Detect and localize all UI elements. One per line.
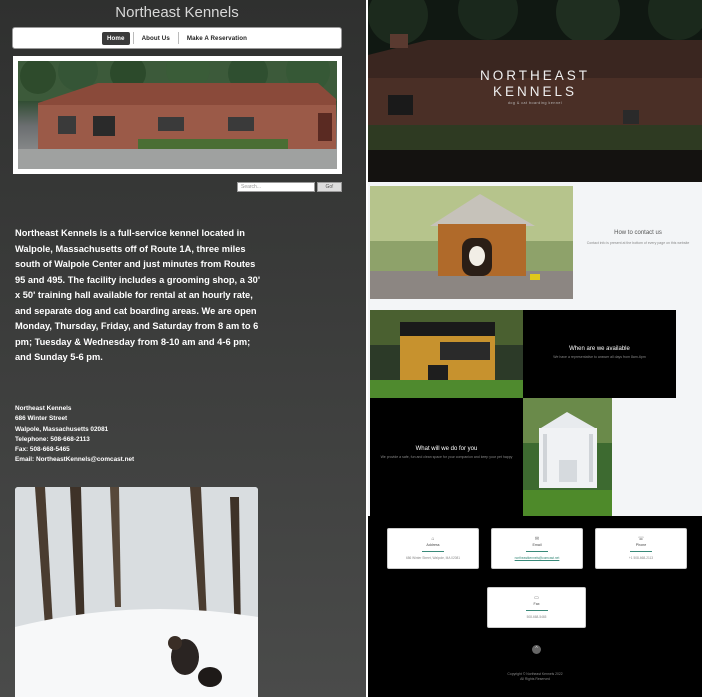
white-doghouse-illustration: [523, 398, 612, 516]
search-go-button[interactable]: Go!: [317, 182, 342, 192]
old-site-panel: Northeast Kennels Home About Us Make A R…: [0, 0, 366, 697]
contact-city: Walpole, Massachusetts 02081: [15, 425, 109, 433]
contact-tile: How to contact us Contact info is presen…: [582, 230, 694, 246]
email-card-label: Email: [532, 543, 542, 547]
copyright: Copyright © Northeast Kennels 2022 All R…: [368, 672, 702, 682]
email-card: ✉ Email northeastkennels@comcast.net: [491, 528, 583, 569]
card-divider: [526, 551, 548, 552]
services-tile: What will we do for you We provide a saf…: [370, 398, 523, 516]
contact-tile-title: How to contact us: [614, 230, 662, 236]
phone-card: ☏ Phone +1 508-668-2113: [595, 528, 687, 569]
card-divider: [422, 551, 444, 552]
hero-banner: NORTHEAST KENNELS dog & cat boarding ken…: [368, 0, 702, 182]
contact-email[interactable]: Email: NortheastKennels@comcast.net: [15, 455, 265, 465]
email-icon: ✉: [534, 536, 540, 542]
doghouse-illustration: [370, 186, 573, 299]
fax-icon: ▭: [534, 595, 539, 601]
nav-make-reservation[interactable]: Make A Reservation: [182, 32, 252, 45]
contact-name: Northeast Kennels: [15, 405, 72, 412]
modern-doghouse-illustration: [370, 310, 523, 398]
nav-divider: [177, 32, 179, 44]
phone-icon: ☏: [637, 536, 645, 542]
kennel-building-photo: [18, 61, 337, 169]
fax-card: ▭ Fax 508-668-5465: [487, 587, 586, 628]
contact-tile-desc: Contact info is present at the bottom of…: [586, 241, 690, 245]
hero-title-line1: NORTHEAST: [479, 68, 590, 83]
phone-card-label: Phone: [635, 543, 647, 547]
contact-block: Northeast Kennels 686 Winter Street Walp…: [15, 404, 265, 466]
location-icon: ⌂: [431, 536, 435, 542]
phone-card-value: +1 508-668-2113: [628, 556, 654, 560]
search-input[interactable]: Search...: [237, 182, 315, 192]
address-card-value: 686 Winter Street, Walpole, MA 02081: [405, 556, 461, 560]
availability-tile: When are we available We have a represen…: [523, 310, 676, 398]
hero-title: NORTHEAST KENNELS: [368, 68, 702, 100]
address-card-label: Address: [426, 543, 440, 547]
nav-divider: [132, 32, 134, 44]
white-doghouse-photo: [523, 398, 612, 516]
nav-home[interactable]: Home: [101, 31, 130, 45]
services-tile-desc: We provide a safe, fun and clean space f…: [380, 455, 513, 459]
copyright-line2: All Rights Reserved: [520, 677, 550, 681]
availability-tile-title: When are we available: [569, 346, 630, 352]
kennel-photo-frame: [13, 56, 342, 174]
new-site-panel: NORTHEAST KENNELS dog & cat boarding ken…: [368, 0, 702, 697]
modern-doghouse-photo: [370, 310, 523, 398]
card-divider: [630, 551, 652, 552]
snow-dog-photo: [15, 487, 258, 697]
hero-title-line2: KENNELS: [492, 84, 578, 99]
nav-bar: Home About Us Make A Reservation: [12, 27, 342, 49]
address-card: ⌂ Address 686 Winter Street, Walpole, MA…: [387, 528, 479, 569]
fax-card-label: Fax: [533, 602, 540, 606]
fax-card-value: 508-668-5465: [526, 615, 547, 619]
site-title: Northeast Kennels: [115, 4, 239, 21]
services-tile-title: What will we do for you: [415, 446, 478, 452]
card-divider: [525, 610, 548, 611]
intro-paragraph: Northeast Kennels is a full-service kenn…: [15, 228, 261, 362]
snow-scene-illustration: [15, 487, 258, 697]
contact-telephone: Telephone: 508-668-2113: [15, 435, 90, 443]
contact-street: 686 Winter Street: [15, 415, 68, 423]
availability-tile-desc: We have a representative to answer all d…: [553, 355, 646, 359]
scroll-to-top-button[interactable]: ^: [532, 645, 541, 654]
hero-subtitle: dog & cat boarding kennel: [507, 101, 563, 105]
email-card-link[interactable]: northeastkennels@comcast.net: [492, 556, 582, 560]
nav-about-us[interactable]: About Us: [137, 32, 175, 45]
contact-fax: Fax: 508-668-5465: [15, 446, 70, 454]
kennel-building-illustration: [18, 61, 337, 169]
doghouse-photo: [370, 186, 573, 299]
